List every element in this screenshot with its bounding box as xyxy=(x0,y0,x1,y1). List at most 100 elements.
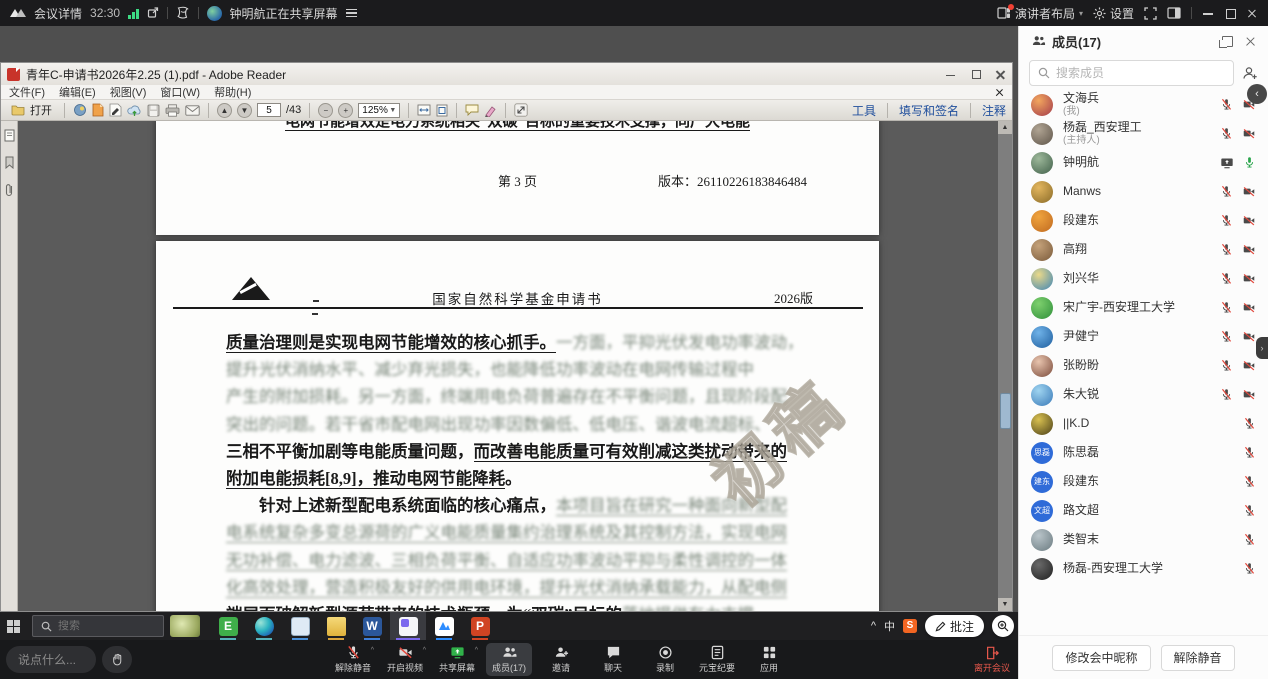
member-row[interactable]: 建东 段建东 xyxy=(1019,467,1268,496)
side-toolbar-handle[interactable]: › xyxy=(1256,337,1268,359)
unmute-button[interactable]: ^ 解除静音 xyxy=(330,643,376,676)
member-row[interactable]: Manws xyxy=(1019,177,1268,206)
chat-input[interactable]: 说点什么... xyxy=(6,646,96,673)
vertical-scrollbar[interactable]: ▲ ▼ xyxy=(998,121,1012,611)
adobe-restore-button[interactable] xyxy=(970,69,981,80)
meeting-detail-button[interactable]: 会议详情 xyxy=(34,5,82,22)
leave-meeting-button[interactable]: 离开会议 xyxy=(974,640,1010,679)
member-row[interactable]: 宋广宇-西安理工大学 xyxy=(1019,293,1268,322)
menu-edit[interactable]: 编辑(E) xyxy=(59,84,96,100)
sidebar-toggle-icon[interactable] xyxy=(1167,7,1181,19)
fit-width-icon[interactable] xyxy=(417,104,431,116)
member-row[interactable]: 思磊 陈思磊 xyxy=(1019,438,1268,467)
close-panel-icon[interactable] xyxy=(1245,36,1256,47)
sign-icon[interactable] xyxy=(109,103,122,117)
next-page-button[interactable]: ▼ xyxy=(237,103,252,118)
cloud-upload-icon[interactable] xyxy=(127,104,142,117)
taskbar-search-input[interactable] xyxy=(58,620,148,632)
camera-muted-icon[interactable] xyxy=(1242,185,1256,198)
mic-muted-icon[interactable] xyxy=(1220,301,1233,314)
mic-muted-icon[interactable] xyxy=(1220,272,1233,285)
camera-muted-icon[interactable] xyxy=(1242,330,1256,343)
mic-muted-icon[interactable] xyxy=(1220,243,1233,256)
member-search-input[interactable] xyxy=(1056,66,1206,80)
fill-sign-link[interactable]: 填写和签名 xyxy=(899,102,959,119)
invite-button[interactable]: 邀请 xyxy=(538,643,584,676)
unmute-request-button[interactable]: 解除静音 xyxy=(1161,645,1235,671)
annotate-button[interactable]: 批注 xyxy=(925,615,984,637)
save-icon[interactable] xyxy=(147,104,160,117)
mic-muted-icon[interactable] xyxy=(1220,214,1233,227)
member-row[interactable]: ||K.D xyxy=(1019,409,1268,438)
mic-muted-icon[interactable] xyxy=(1243,475,1256,488)
member-row[interactable]: 类智末 xyxy=(1019,525,1268,554)
share-screen-button[interactable]: ^ 共享屏幕 xyxy=(434,643,480,676)
settings-button[interactable]: 设置 xyxy=(1093,5,1134,22)
open-button[interactable]: 打开 xyxy=(7,101,56,119)
menu-help[interactable]: 帮助(H) xyxy=(214,84,251,100)
taskbar-app-explorer[interactable] xyxy=(318,612,354,640)
page-number-input[interactable] xyxy=(257,103,281,117)
fit-page-icon[interactable] xyxy=(436,104,448,117)
camera-muted-icon[interactable] xyxy=(1242,359,1256,372)
member-row[interactable]: 朱大锐 xyxy=(1019,380,1268,409)
magnifier-zoom-button[interactable] xyxy=(992,615,1014,637)
mic-on-icon[interactable] xyxy=(1243,156,1256,169)
menu-window[interactable]: 窗口(W) xyxy=(160,84,200,100)
member-row[interactable]: 尹健宁 xyxy=(1019,322,1268,351)
taskbar-app-edge[interactable] xyxy=(246,612,282,640)
send-file-icon[interactable] xyxy=(73,103,87,117)
start-video-button[interactable]: ^ 开启视频 xyxy=(382,643,428,676)
minimize-button[interactable] xyxy=(1202,7,1214,19)
member-row[interactable]: 刘兴华 xyxy=(1019,264,1268,293)
camera-muted-icon[interactable] xyxy=(1242,214,1256,227)
tray-language-indicator[interactable]: 中 xyxy=(884,618,895,634)
email-icon[interactable] xyxy=(185,105,200,116)
reaction-button[interactable] xyxy=(102,646,132,673)
taskbar-app-powerpoint[interactable]: P xyxy=(462,612,498,640)
member-row[interactable]: 杨磊_西安理工 (主持人) xyxy=(1019,119,1268,148)
previous-page-button[interactable]: ▲ xyxy=(217,103,232,118)
members-button[interactable]: 成员(17) xyxy=(486,643,532,676)
page-thumbnails-icon[interactable] xyxy=(4,129,15,142)
chat-button[interactable]: 聊天 xyxy=(590,643,636,676)
scrollbar-thumb[interactable] xyxy=(1000,393,1011,429)
member-row[interactable]: 文海兵 (我) xyxy=(1019,90,1268,119)
member-row[interactable]: 杨磊-西安理工大学 xyxy=(1019,554,1268,583)
mic-muted-icon[interactable] xyxy=(1243,446,1256,459)
mic-muted-icon[interactable] xyxy=(1220,359,1233,372)
taskbar-app-active-shared[interactable] xyxy=(390,612,426,640)
zoom-in-button[interactable]: + xyxy=(338,103,353,118)
camera-muted-icon[interactable] xyxy=(1242,98,1256,111)
document-viewport[interactable]: 电网节能增效是电力系统相关“双碳”目标的重要技术支撑，同广大电能 第 3 页 版… xyxy=(1,121,1012,611)
maximize-button[interactable] xyxy=(1224,7,1236,19)
add-member-icon[interactable] xyxy=(1242,65,1258,81)
layout-switch-button[interactable]: 演讲者布局 ▾ xyxy=(997,5,1083,22)
tools-link[interactable]: 工具 xyxy=(852,102,876,119)
camera-muted-icon[interactable] xyxy=(1242,272,1256,285)
taskbar-app-meeting[interactable] xyxy=(426,612,462,640)
highlight-icon[interactable] xyxy=(484,104,497,117)
mic-muted-icon[interactable] xyxy=(1220,98,1233,111)
close-button[interactable] xyxy=(1246,7,1258,19)
adobe-minimize-button[interactable] xyxy=(945,69,956,80)
open-in-new-icon[interactable] xyxy=(147,7,159,19)
camera-muted-icon[interactable] xyxy=(1242,243,1256,256)
sharing-menu-icon[interactable] xyxy=(346,9,357,18)
bookmarks-icon[interactable] xyxy=(4,156,15,169)
scroll-down-arrow[interactable]: ▼ xyxy=(998,598,1012,611)
widgets-weather-thumbnail[interactable] xyxy=(170,615,200,637)
member-row[interactable]: 钟明航 xyxy=(1019,148,1268,177)
mic-muted-icon[interactable] xyxy=(1220,330,1233,343)
document-close-icon[interactable] xyxy=(995,88,1004,97)
mic-muted-icon[interactable] xyxy=(1243,533,1256,546)
adobe-titlebar[interactable]: 青年C-申请书2026年2.25 (1).pdf - Adobe Reader xyxy=(1,63,1012,85)
zoom-out-button[interactable]: − xyxy=(318,103,333,118)
mic-muted-icon[interactable] xyxy=(1220,388,1233,401)
taskbar-app-green[interactable]: E xyxy=(210,612,246,640)
camera-muted-icon[interactable] xyxy=(1242,301,1256,314)
fullscreen-icon[interactable] xyxy=(1144,7,1157,20)
print-icon[interactable] xyxy=(165,104,180,117)
tray-expand-caret[interactable]: ^ xyxy=(871,620,876,632)
apps-button[interactable]: 应用 xyxy=(746,643,792,676)
